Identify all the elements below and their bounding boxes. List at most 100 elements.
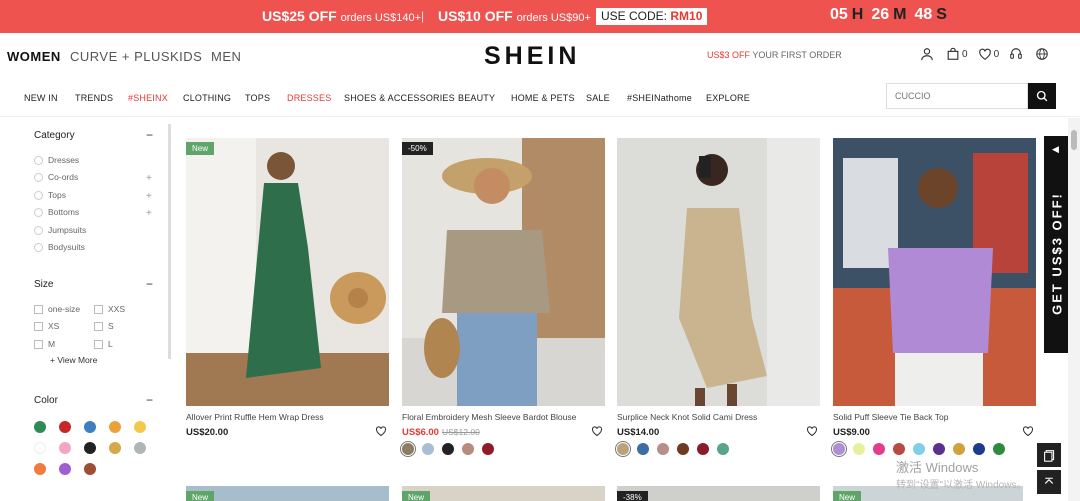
size-s[interactable]: S (94, 321, 114, 331)
color-swatch[interactable] (34, 421, 46, 433)
color-option[interactable] (677, 443, 689, 455)
nav-sheinathome[interactable]: #SHEINathome (627, 93, 692, 103)
search-button[interactable] (1028, 83, 1056, 109)
color-swatch[interactable] (109, 442, 121, 454)
category-filter-title[interactable]: Category (34, 130, 75, 141)
nav-tops[interactable]: TOPS (245, 93, 270, 103)
color-option[interactable] (933, 443, 945, 455)
color-swatch[interactable] (84, 421, 96, 433)
promo-bar[interactable]: US$25 OFF orders US$140+ | US$10 OFF ord… (0, 0, 1080, 33)
view-more-sizes[interactable]: + View More (50, 355, 97, 365)
color-option[interactable] (697, 443, 709, 455)
collapse-icon[interactable]: − (146, 393, 153, 407)
product-image[interactable]: -50% (402, 138, 605, 406)
nav-new-in[interactable]: NEW IN (24, 93, 58, 103)
shein-logo[interactable]: SHEIN (484, 42, 580, 71)
product-image[interactable] (833, 138, 1036, 406)
product-image[interactable]: New (186, 138, 389, 406)
color-option[interactable] (717, 443, 729, 455)
color-option[interactable] (953, 443, 965, 455)
color-option[interactable] (482, 443, 494, 455)
filter-dresses[interactable]: Dresses (34, 155, 79, 165)
collapse-icon[interactable]: − (146, 128, 153, 142)
expand-icon[interactable]: + (146, 191, 152, 202)
size-m[interactable]: M (34, 339, 55, 349)
nav-dresses[interactable]: DRESSES (287, 93, 331, 103)
color-option[interactable] (993, 443, 1005, 455)
color-swatch[interactable] (59, 421, 71, 433)
filter-co-ords[interactable]: Co-ords (34, 172, 78, 182)
get-discount-tab[interactable]: ◀ GET US$3 OFF! (1044, 136, 1068, 353)
product-card[interactable]: -50% Floral Embroidery Mesh Sleeve Bardo… (402, 138, 605, 455)
nav-sheinx[interactable]: #SHEINX (128, 93, 168, 103)
nav-clothing[interactable]: CLOTHING (183, 93, 231, 103)
nav-explore[interactable]: EXPLORE (706, 93, 750, 103)
color-swatch[interactable] (59, 463, 71, 475)
color-swatch[interactable] (84, 463, 96, 475)
color-option[interactable] (442, 443, 454, 455)
color-option[interactable] (402, 443, 414, 455)
globe-icon[interactable] (1035, 47, 1051, 61)
wishlist-button[interactable]: 0 (978, 47, 999, 61)
search-input[interactable] (887, 84, 1027, 108)
wishlist-heart-icon[interactable] (1022, 425, 1034, 437)
filter-bottoms[interactable]: Bottoms (34, 207, 79, 217)
color-swatch[interactable] (134, 421, 146, 433)
expand-icon[interactable]: + (146, 208, 152, 219)
color-option[interactable] (422, 443, 434, 455)
color-option[interactable] (893, 443, 905, 455)
category-curve-plus[interactable]: CURVE + PLUS (70, 49, 170, 64)
color-swatch[interactable] (134, 442, 146, 454)
page-scrollbar[interactable] (1068, 118, 1080, 501)
color-swatch[interactable] (59, 442, 71, 454)
product-name[interactable]: Floral Embroidery Mesh Sleeve Bardot Blo… (402, 412, 605, 422)
color-option[interactable] (637, 443, 649, 455)
category-men[interactable]: MEN (211, 49, 241, 64)
nav-home-pets[interactable]: HOME & PETS (511, 93, 575, 103)
color-option[interactable] (913, 443, 925, 455)
color-option[interactable] (617, 443, 629, 455)
product-card-row2[interactable]: New (186, 486, 389, 501)
filter-bodysuits[interactable]: Bodysuits (34, 242, 85, 252)
product-card[interactable]: New Allover Print Ruffle Hem Wrap Dress … (186, 138, 389, 439)
size-l[interactable]: L (94, 339, 113, 349)
expand-icon[interactable]: + (146, 173, 152, 184)
product-card-row2[interactable]: -38% (617, 486, 820, 501)
nav-beauty[interactable]: BEAUTY (458, 93, 495, 103)
product-name[interactable]: Solid Puff Sleeve Tie Back Top (833, 412, 1036, 422)
size-xs[interactable]: XS (34, 321, 59, 331)
product-card-row2[interactable]: New (402, 486, 605, 501)
color-option[interactable] (833, 443, 845, 455)
account-icon[interactable] (920, 47, 936, 61)
size-filter-title[interactable]: Size (34, 279, 53, 290)
color-option[interactable] (973, 443, 985, 455)
color-option[interactable] (462, 443, 474, 455)
product-image[interactable] (617, 138, 820, 406)
first-order-offer[interactable]: US$3 OFF YOUR FIRST ORDER (707, 50, 842, 60)
wishlist-heart-icon[interactable] (591, 425, 603, 437)
wishlist-heart-icon[interactable] (375, 425, 387, 437)
size-xxs[interactable]: XXS (94, 304, 125, 314)
support-icon[interactable] (1009, 47, 1025, 61)
nav-sale[interactable]: SALE (586, 93, 610, 103)
category-women[interactable]: WOMEN (7, 49, 61, 64)
collapse-icon[interactable]: − (146, 277, 153, 291)
color-filter-title[interactable]: Color (34, 395, 58, 406)
color-option[interactable] (657, 443, 669, 455)
size-one-size[interactable]: one-size (34, 304, 80, 314)
wishlist-heart-icon[interactable] (806, 425, 818, 437)
product-card[interactable]: Surplice Neck Knot Solid Cami Dress US$1… (617, 138, 820, 455)
product-card[interactable]: Solid Puff Sleeve Tie Back Top US$9.00 (833, 138, 1036, 455)
filter-tops[interactable]: Tops (34, 190, 66, 200)
category-kids[interactable]: KIDS (170, 49, 202, 64)
color-option[interactable] (873, 443, 885, 455)
nav-trends[interactable]: TRENDS (75, 93, 113, 103)
nav-shoes-accessories[interactable]: SHOES & ACCESSORIES (344, 93, 455, 103)
color-swatch[interactable] (84, 442, 96, 454)
back-to-top-button[interactable] (1037, 470, 1061, 494)
notes-button[interactable] (1037, 443, 1061, 467)
product-name[interactable]: Surplice Neck Knot Solid Cami Dress (617, 412, 820, 422)
color-swatch[interactable] (109, 421, 121, 433)
scroll-thumb[interactable] (1071, 130, 1077, 150)
color-option[interactable] (853, 443, 865, 455)
